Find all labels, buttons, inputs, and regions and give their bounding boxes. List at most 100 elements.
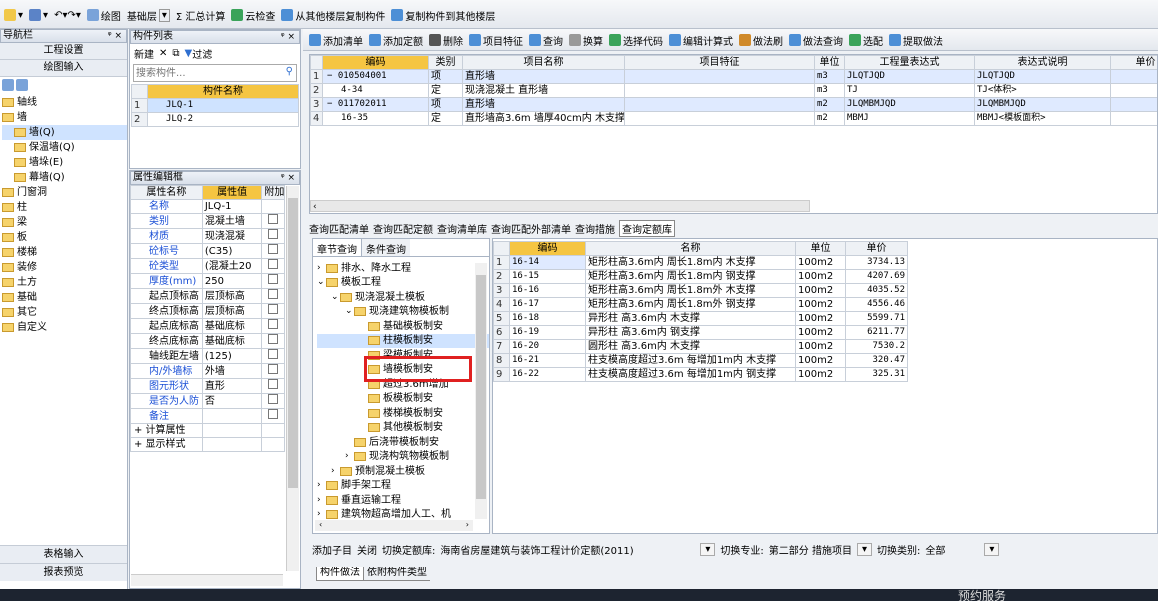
cloud-check-button[interactable]: 云检查: [231, 8, 275, 23]
add-child-button[interactable]: 添加子目: [312, 542, 352, 557]
component-row[interactable]: 1 JLQ-1: [131, 98, 299, 113]
copy-icon[interactable]: ⧉: [172, 48, 179, 59]
property-extra[interactable]: [261, 333, 285, 349]
checkbox[interactable]: [268, 319, 279, 329]
checkbox[interactable]: [268, 379, 279, 389]
component-search-input[interactable]: [134, 65, 274, 81]
checkbox[interactable]: [268, 289, 279, 299]
checkbox[interactable]: [268, 349, 279, 359]
toolbar-button[interactable]: 做法查询: [789, 33, 843, 48]
search-icon[interactable]: ⚲: [286, 66, 293, 77]
layer-select[interactable]: 基础层 ▾: [127, 8, 170, 23]
copy-to-floor-button[interactable]: 复制构件到其他楼层: [391, 8, 495, 23]
property-row[interactable]: 名称 JLQ-1: [130, 199, 285, 214]
chapter-item[interactable]: › 预制混凝土模板: [317, 464, 489, 479]
summary-button[interactable]: Σ 汇总计算: [176, 8, 226, 23]
property-row[interactable]: 内/外墙标 外墙: [130, 363, 285, 379]
tree-item[interactable]: 梁: [2, 215, 127, 230]
major-select[interactable]: 第二部分 措施项目: [769, 542, 852, 557]
property-value[interactable]: 250: [201, 273, 263, 289]
property-value[interactable]: 直形: [201, 378, 263, 394]
property-row[interactable]: 图元形状 直形: [130, 378, 285, 394]
property-value[interactable]: [201, 437, 263, 452]
quota-row[interactable]: 1 16-14 矩形柱高3.6m内 周长1.8m内 木支撑 100m2 3734.13: [493, 255, 908, 270]
tree-item[interactable]: 幕墙(Q): [2, 170, 127, 185]
chapter-item[interactable]: › 现浇构筑物模板制: [317, 450, 489, 465]
tab-condition-query[interactable]: 条件查询: [362, 239, 410, 256]
major-dropdown-icon[interactable]: ▾: [856, 542, 872, 556]
file-menu-icon[interactable]: ▾: [4, 9, 23, 21]
close-button[interactable]: 关闭: [357, 542, 377, 557]
method-row[interactable]: 24-34定现浇混凝土 直形墙 m3TJTJ<体积>43: [310, 83, 1157, 98]
toolbar-button[interactable]: 选择代码: [609, 33, 663, 48]
property-row[interactable]: + 显示样式: [130, 437, 285, 452]
quota-row[interactable]: 6 16-19 异形柱 高3.6m内 钢支撑 100m2 6211.77: [493, 325, 908, 340]
toolbar-button[interactable]: 查询: [529, 33, 563, 48]
tree-item[interactable]: 板: [2, 230, 127, 245]
property-extra[interactable]: [261, 258, 285, 274]
property-scrollbar[interactable]: [286, 186, 299, 571]
quota-row[interactable]: 5 16-18 异形柱 高3.6m内 木支撑 100m2 5599.71: [493, 311, 908, 326]
property-extra[interactable]: [261, 243, 285, 259]
checkbox[interactable]: [268, 304, 279, 314]
chapter-item[interactable]: 其他模板制安: [317, 421, 489, 436]
tree-item[interactable]: 门窗洞: [2, 185, 127, 200]
property-extra[interactable]: [261, 228, 285, 244]
property-extra[interactable]: [261, 199, 285, 214]
toolbar-button[interactable]: 添加清单: [309, 33, 363, 48]
cat-dropdown-icon[interactable]: ▾: [984, 542, 1000, 556]
lib-dropdown-icon[interactable]: ▾: [700, 542, 716, 556]
property-hscroll[interactable]: [131, 574, 283, 586]
tree-item[interactable]: 墙(Q): [2, 125, 127, 140]
property-extra[interactable]: [261, 408, 285, 424]
chapter-item[interactable]: ⌄ 现浇建筑物模板制: [317, 305, 489, 320]
property-value[interactable]: 外墙: [201, 363, 263, 379]
property-extra[interactable]: [261, 363, 285, 379]
property-row[interactable]: 轴线距左墙 (125): [130, 348, 285, 364]
new-component-button[interactable]: 新建: [134, 46, 154, 61]
toolbar-button[interactable]: 提取做法: [889, 33, 943, 48]
quota-row[interactable]: 7 16-20 圆形柱 高3.6m内 木支撑 100m2 7530.2: [493, 339, 908, 354]
property-value[interactable]: (125): [201, 348, 263, 364]
property-value[interactable]: JLQ-1: [201, 199, 263, 214]
query-tab[interactable]: 查询清单库: [437, 221, 487, 236]
delete-icon[interactable]: ✕: [159, 48, 167, 59]
chapter-item[interactable]: ⌄ 现浇混凝土模板: [317, 290, 489, 305]
tree-item[interactable]: 轴线: [2, 95, 127, 110]
property-row[interactable]: 终点底标高 基础底标: [130, 333, 285, 349]
checkbox[interactable]: [268, 259, 279, 269]
property-row[interactable]: 厚度(mm) 250: [130, 273, 285, 289]
tree-item[interactable]: 保温墙(Q): [2, 140, 127, 155]
property-value[interactable]: 层顶标高: [201, 288, 263, 304]
property-value[interactable]: 基础底标: [201, 318, 263, 334]
property-value[interactable]: (混凝土20: [201, 258, 263, 274]
quota-row[interactable]: 8 16-21 柱支模高度超过3.6m 每增加1m内 木支撑 100m2 320.47: [493, 353, 908, 368]
tree-item[interactable]: 楼梯: [2, 245, 127, 260]
tree-item[interactable]: 装修: [2, 260, 127, 275]
chapter-hscroll[interactable]: ‹ ›: [315, 520, 473, 531]
nav-item-settings[interactable]: 工程设置: [0, 43, 127, 60]
chapter-item[interactable]: 柱模板制安: [317, 333, 489, 348]
property-value[interactable]: 否: [201, 393, 263, 409]
tree-item[interactable]: 自定义: [2, 320, 127, 335]
property-value[interactable]: 混凝土墙: [201, 213, 263, 229]
property-extra[interactable]: [261, 378, 285, 394]
checkbox[interactable]: [268, 229, 279, 239]
property-row[interactable]: 起点底标高 基础底标: [130, 318, 285, 334]
component-row[interactable]: 2 JLQ-2: [131, 112, 299, 127]
property-row[interactable]: 类别 混凝土墙: [130, 213, 285, 229]
property-extra[interactable]: [261, 273, 285, 289]
chapter-item[interactable]: 基础模板制安: [317, 319, 489, 334]
filter-icon[interactable]: ▼: [185, 48, 193, 59]
property-extra[interactable]: [261, 437, 285, 452]
property-row[interactable]: 是否为人防否: [130, 393, 285, 409]
checkbox[interactable]: [268, 334, 279, 344]
query-tab[interactable]: 查询匹配外部清单: [491, 221, 571, 236]
chapter-item[interactable]: › 排水、降水工程: [317, 261, 489, 276]
query-tab[interactable]: 查询匹配定额: [373, 221, 433, 236]
quota-row[interactable]: 4 16-17 矩形柱高3.6m内 周长1.8m外 钢支撑 100m2 4556.46: [493, 297, 908, 312]
tree-item[interactable]: 其它: [2, 305, 127, 320]
property-extra[interactable]: [261, 213, 285, 229]
filter-button[interactable]: 过滤: [192, 46, 212, 61]
tab-attached-type[interactable]: 依附构件类型: [364, 567, 430, 581]
